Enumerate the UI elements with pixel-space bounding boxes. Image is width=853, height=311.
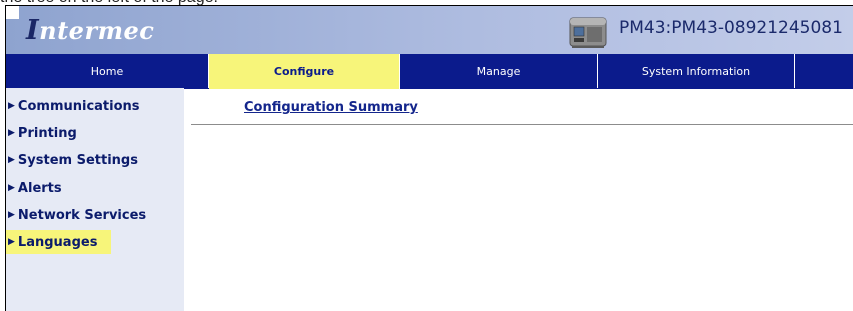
printer-icon <box>569 17 607 48</box>
tab-home[interactable]: Home <box>6 54 209 88</box>
tab-system-information[interactable]: System Information <box>598 54 795 88</box>
sidebar-item-printing[interactable]: ▶ Printing <box>6 121 91 145</box>
logo-corner-box <box>6 6 19 19</box>
sidebar-item-alerts[interactable]: ▶ Alerts <box>6 176 76 200</box>
sidebar-item-label: Communications <box>17 98 140 114</box>
expand-triangle-icon: ▶ <box>8 101 15 111</box>
header-banner: Intermec PM43:PM43-08921245081 <box>6 6 853 54</box>
expand-triangle-icon: ▶ <box>8 183 15 193</box>
sidebar-item-label: Printing <box>17 125 77 141</box>
sidebar-item-label: Network Services <box>17 207 147 223</box>
expand-triangle-icon: ▶ <box>8 128 15 138</box>
tab-configure[interactable]: Configure <box>209 54 400 89</box>
tab-manage[interactable]: Manage <box>400 54 598 88</box>
sidebar-item-languages[interactable]: ▶ Languages <box>6 230 112 254</box>
sidebar: ▶ Communications ▶ Printing ▶ System Set… <box>6 88 184 311</box>
configuration-summary-link[interactable]: Configuration Summary <box>244 100 418 115</box>
expand-triangle-icon: ▶ <box>8 155 15 165</box>
sidebar-item-label: Languages <box>17 234 98 250</box>
sidebar-item-label: System Settings <box>17 152 138 168</box>
content-divider <box>191 124 853 125</box>
expand-triangle-icon: ▶ <box>8 210 15 220</box>
sidebar-item-label: Alerts <box>17 180 62 196</box>
sidebar-item-network-services[interactable]: ▶ Network Services <box>6 203 160 227</box>
main-nav: Home Configure Manage System Information <box>6 54 853 89</box>
sidebar-item-communications[interactable]: ▶ Communications <box>6 94 154 118</box>
expand-triangle-icon: ▶ <box>8 237 15 247</box>
sidebar-item-system-settings[interactable]: ▶ System Settings <box>6 148 152 172</box>
logo-text: ntermec <box>39 16 155 45</box>
web-admin-frame: Intermec PM43:PM43-08921245081 Home Conf… <box>5 5 853 311</box>
logo-mark: I <box>26 15 40 46</box>
device-name: PM43:PM43-08921245081 <box>619 18 843 38</box>
intermec-logo: Intermec <box>26 15 154 46</box>
